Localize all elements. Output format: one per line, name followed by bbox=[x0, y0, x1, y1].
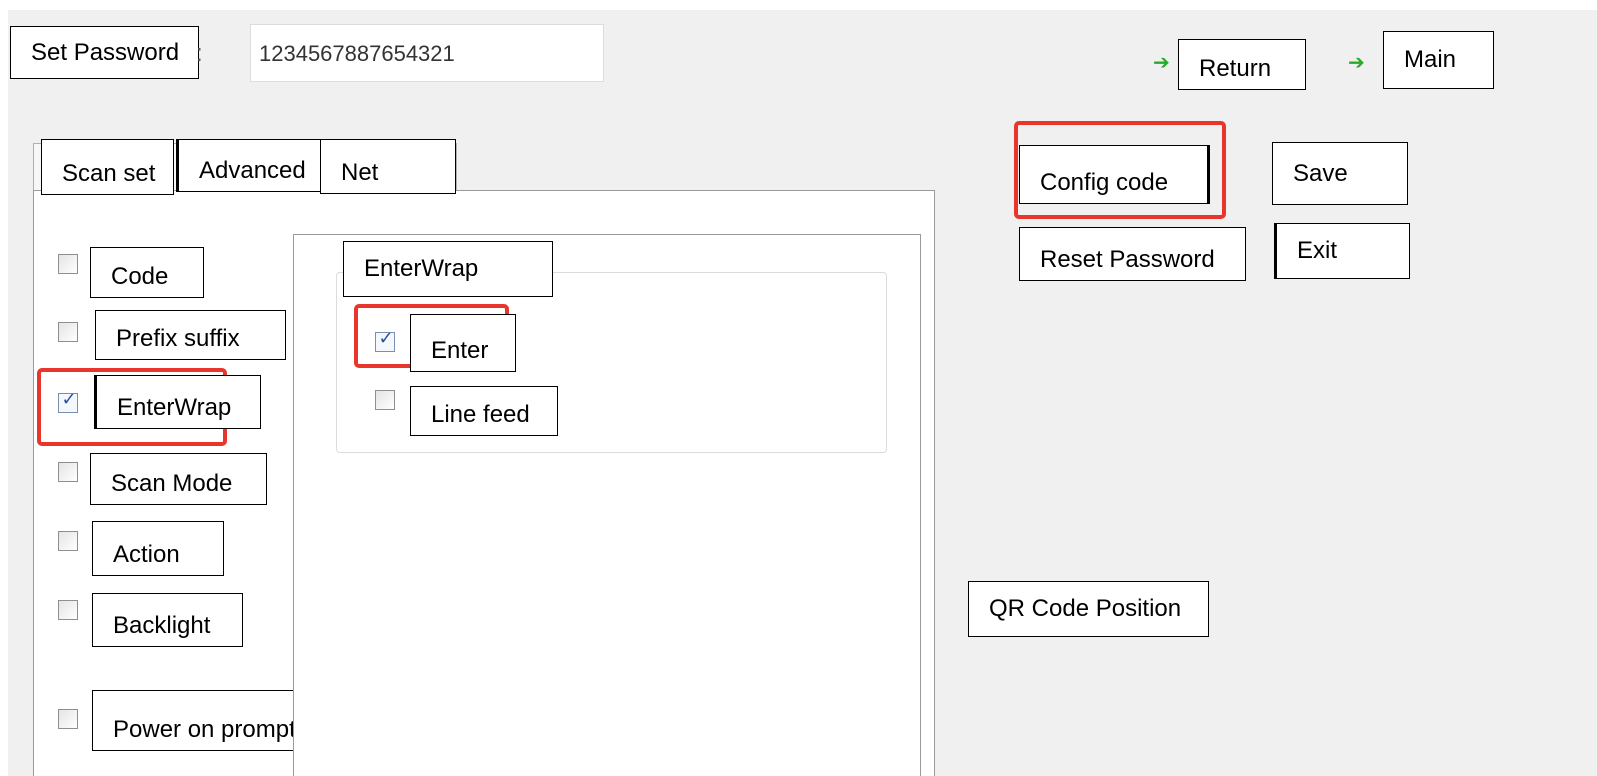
set-password-label: Set Password bbox=[10, 26, 199, 79]
power-on-prompt-checkbox[interactable] bbox=[58, 709, 78, 729]
main-button[interactable]: Main bbox=[1383, 31, 1494, 89]
exit-button[interactable]: Exit bbox=[1274, 223, 1410, 279]
password-input[interactable]: 1234567887654321 bbox=[250, 24, 604, 82]
main-arrow-icon: ➔ bbox=[1348, 52, 1365, 74]
enterwrap-checkbox[interactable]: ✓ bbox=[58, 389, 78, 413]
action-checkbox[interactable] bbox=[58, 531, 78, 551]
tab-advanced[interactable]: Advanced bbox=[176, 139, 321, 192]
enter-label: Enter bbox=[410, 314, 516, 372]
reset-password-button[interactable]: Reset Password bbox=[1019, 227, 1246, 281]
scan-mode-label: Scan Mode bbox=[90, 453, 267, 505]
enterwrap-group-title: EnterWrap bbox=[343, 241, 553, 297]
scan-mode-checkbox[interactable] bbox=[58, 462, 78, 482]
prefix-suffix-label: Prefix suffix bbox=[95, 310, 286, 360]
code-checkbox[interactable] bbox=[58, 254, 78, 274]
prefix-suffix-checkbox[interactable] bbox=[58, 322, 78, 342]
action-label: Action bbox=[92, 521, 224, 576]
checkmark-icon: ✓ bbox=[61, 389, 77, 409]
tab-net[interactable]: Net bbox=[320, 139, 456, 194]
backlight-label: Backlight bbox=[92, 593, 243, 647]
save-button[interactable]: Save bbox=[1272, 142, 1408, 205]
backlight-checkbox[interactable] bbox=[58, 600, 78, 620]
code-label: Code bbox=[90, 247, 204, 298]
return-arrow-icon: ➔ bbox=[1153, 52, 1170, 74]
colon-separator: : bbox=[196, 40, 203, 67]
config-code-button[interactable]: Config code bbox=[1019, 145, 1210, 204]
enter-checkbox[interactable]: ✓ bbox=[375, 328, 395, 352]
qr-code-position-label: QR Code Position bbox=[968, 581, 1209, 637]
enterwrap-label: EnterWrap bbox=[94, 375, 261, 429]
line-feed-checkbox[interactable] bbox=[375, 390, 395, 410]
tab-scan-set[interactable]: Scan set bbox=[41, 139, 174, 195]
checkmark-icon: ✓ bbox=[378, 328, 394, 348]
line-feed-label: Line feed bbox=[410, 386, 558, 436]
return-button[interactable]: Return bbox=[1178, 39, 1306, 90]
